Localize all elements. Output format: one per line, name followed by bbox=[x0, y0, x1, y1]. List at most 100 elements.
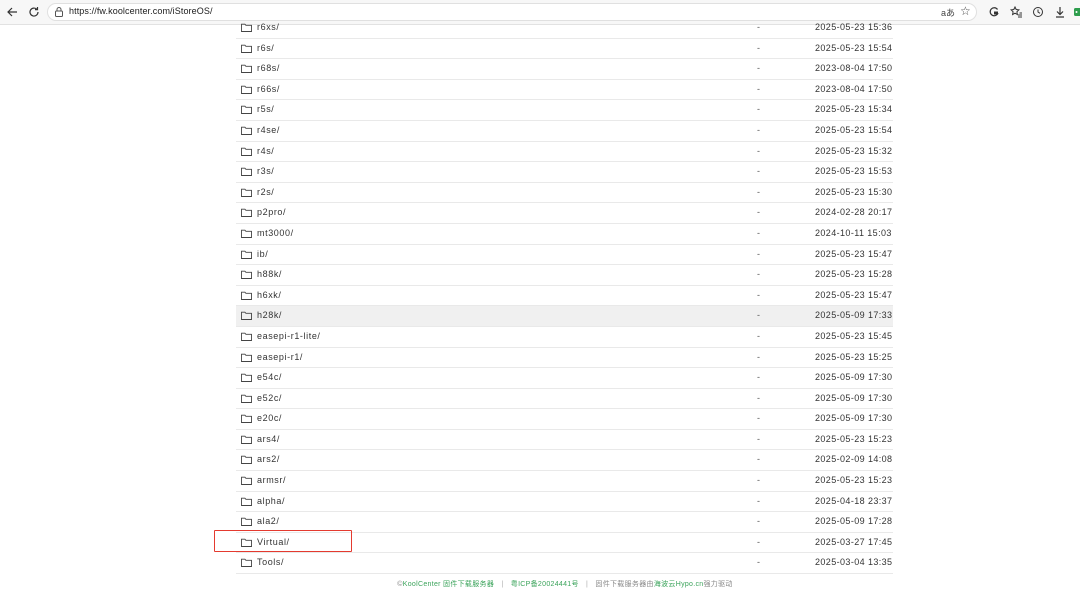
table-row[interactable]: h88k/ - 2025-05-23 15:28 bbox=[236, 265, 893, 286]
folder-name-link[interactable]: armsr/ bbox=[257, 475, 286, 485]
modified-date: 2025-05-09 17:33 bbox=[815, 310, 893, 321]
folder-name-link[interactable]: r68s/ bbox=[257, 63, 280, 73]
folder-name-link[interactable]: Tools/ bbox=[257, 557, 284, 567]
address-url[interactable]: https://fw.koolcenter.com/iStoreOS/ bbox=[69, 6, 213, 16]
folder-name-link[interactable]: Virtual/ bbox=[257, 537, 290, 547]
modified-date: 2025-05-23 15:30 bbox=[815, 186, 893, 197]
folder-name-link[interactable]: r6s/ bbox=[257, 43, 274, 53]
folder-name-link[interactable]: r6xs/ bbox=[257, 22, 280, 32]
folder-name-link[interactable]: r2s/ bbox=[257, 187, 274, 197]
downloads-icon[interactable] bbox=[1052, 4, 1068, 20]
folder-name-link[interactable]: e54c/ bbox=[257, 372, 282, 382]
table-row[interactable]: r6s/ - 2025-05-23 15:54 bbox=[236, 39, 893, 60]
table-row[interactable]: r6xs/ - 2025-05-23 15:36 bbox=[236, 18, 893, 39]
folder-icon bbox=[241, 394, 252, 403]
file-size: - bbox=[757, 433, 760, 444]
folder-icon bbox=[241, 64, 252, 74]
table-row[interactable]: easepi-r1-lite/ - 2025-05-23 15:45 bbox=[236, 327, 893, 348]
footer-hosting-prefix: 固件下载服务器由 bbox=[595, 581, 654, 588]
footer-host-link[interactable]: 海波云Hypo.cn bbox=[654, 581, 704, 588]
file-size: - bbox=[757, 392, 760, 403]
table-row[interactable]: ib/ - 2025-05-23 15:47 bbox=[236, 245, 893, 266]
folder-icon bbox=[241, 106, 252, 115]
folder-name-link[interactable]: ib/ bbox=[257, 249, 268, 259]
table-row[interactable]: r66s/ - 2023-08-04 17:50 bbox=[236, 80, 893, 101]
file-size: - bbox=[757, 289, 760, 300]
refresh-icon[interactable] bbox=[26, 4, 42, 20]
folder-name-link[interactable]: r5s/ bbox=[257, 104, 274, 114]
table-row[interactable]: Virtual/ - 2025-03-27 17:45 bbox=[236, 533, 893, 554]
folder-name-link[interactable]: e52c/ bbox=[257, 393, 282, 403]
folder-icon bbox=[241, 291, 252, 300]
folder-icon bbox=[241, 353, 252, 362]
file-size: - bbox=[757, 413, 760, 424]
favorites-icon[interactable] bbox=[1008, 4, 1024, 20]
folder-name-link[interactable]: ala2/ bbox=[257, 516, 280, 526]
table-row[interactable]: h28k/ - 2025-05-09 17:33 bbox=[236, 306, 893, 327]
table-row[interactable]: h6xk/ - 2025-05-23 15:47 bbox=[236, 286, 893, 307]
file-size: - bbox=[757, 516, 760, 527]
table-row[interactable]: p2pro/ - 2024-02-28 20:17 bbox=[236, 203, 893, 224]
folder-name-link[interactable]: e20c/ bbox=[257, 413, 282, 423]
modified-date: 2025-03-04 13:35 bbox=[815, 557, 893, 568]
folder-name-link[interactable]: ars2/ bbox=[257, 454, 280, 464]
folder-name-link[interactable]: r4s/ bbox=[257, 146, 274, 156]
table-row[interactable]: ars4/ - 2025-05-23 15:23 bbox=[236, 430, 893, 451]
table-row[interactable]: ars2/ - 2025-02-09 14:08 bbox=[236, 450, 893, 472]
table-row[interactable]: e52c/ - 2025-05-09 17:30 bbox=[236, 389, 893, 410]
table-row[interactable]: r2s/ - 2025-05-23 15:30 bbox=[236, 183, 893, 204]
folder-name-link[interactable]: mt3000/ bbox=[257, 228, 294, 238]
file-size: - bbox=[757, 186, 760, 197]
table-row[interactable]: easepi-r1/ - 2025-05-23 15:25 bbox=[236, 348, 893, 369]
modified-date: 2025-02-09 14:08 bbox=[815, 454, 893, 465]
modified-date: 2025-05-23 15:36 bbox=[815, 22, 893, 32]
folder-icon bbox=[241, 332, 252, 341]
extension-puzzle-icon[interactable] bbox=[1070, 4, 1080, 20]
table-row[interactable]: r4s/ - 2025-05-23 15:32 bbox=[236, 142, 893, 163]
folder-icon bbox=[241, 250, 252, 259]
folder-name-link[interactable]: h28k/ bbox=[257, 310, 282, 320]
back-arrow-icon[interactable] bbox=[4, 4, 20, 20]
table-row[interactable]: r4se/ - 2025-05-23 15:54 bbox=[236, 121, 893, 142]
table-row[interactable]: armsr/ - 2025-05-23 15:23 bbox=[236, 471, 893, 492]
footer-brand-link[interactable]: KoolCenter 固件下载服务器 bbox=[403, 581, 494, 588]
modified-date: 2025-05-09 17:30 bbox=[815, 392, 893, 403]
folder-icon bbox=[241, 188, 252, 197]
table-row[interactable]: r5s/ - 2025-05-23 15:34 bbox=[236, 100, 893, 121]
translate-icon[interactable]: aあ bbox=[941, 6, 955, 19]
modified-date: 2025-05-23 15:53 bbox=[815, 166, 893, 177]
extensions-icon[interactable] bbox=[986, 4, 1002, 20]
table-row[interactable]: r68s/ - 2023-08-04 17:50 bbox=[236, 59, 893, 80]
page-footer: ©KoolCenter 固件下载服务器 | 粤ICP备20024441号 | 固… bbox=[0, 579, 1080, 589]
folder-icon bbox=[241, 209, 252, 218]
table-row[interactable]: e54c/ - 2025-05-09 17:30 bbox=[236, 368, 893, 389]
folder-icon bbox=[241, 456, 252, 465]
modified-date: 2025-05-23 15:28 bbox=[815, 269, 893, 280]
folder-name-link[interactable]: r66s/ bbox=[257, 84, 280, 94]
history-icon[interactable] bbox=[1030, 4, 1046, 20]
table-row[interactable]: r3s/ - 2025-05-23 15:53 bbox=[236, 162, 893, 183]
folder-name-link[interactable]: r3s/ bbox=[257, 166, 274, 176]
table-row[interactable]: mt3000/ - 2024-10-11 15:03 bbox=[236, 224, 893, 245]
bookmark-star-icon[interactable]: ☆ bbox=[960, 4, 971, 18]
folder-name-link[interactable]: ars4/ bbox=[257, 434, 280, 444]
folder-name-link[interactable]: alpha/ bbox=[257, 496, 285, 506]
modified-date: 2025-05-23 15:54 bbox=[815, 42, 893, 53]
folder-name-link[interactable]: easepi-r1-lite/ bbox=[257, 331, 321, 341]
footer-separator: | bbox=[501, 581, 504, 588]
folder-name-link[interactable]: p2pro/ bbox=[257, 207, 286, 217]
modified-date: 2024-02-28 20:17 bbox=[815, 207, 893, 218]
file-size: - bbox=[757, 145, 760, 156]
folder-name-link[interactable]: easepi-r1/ bbox=[257, 352, 303, 362]
folder-name-link[interactable]: h88k/ bbox=[257, 269, 282, 279]
file-size: - bbox=[757, 557, 760, 568]
table-row[interactable]: e20c/ - 2025-05-09 17:30 bbox=[236, 409, 893, 430]
file-size: - bbox=[757, 475, 760, 486]
table-row[interactable]: Tools/ - 2025-03-04 13:35 bbox=[236, 553, 893, 575]
folder-name-link[interactable]: h6xk/ bbox=[257, 290, 282, 300]
table-row[interactable]: alpha/ - 2025-04-18 23:37 bbox=[236, 492, 893, 513]
table-row[interactable]: ala2/ - 2025-05-09 17:28 bbox=[236, 512, 893, 533]
file-size: - bbox=[757, 42, 760, 53]
footer-icp-link[interactable]: 粤ICP备20024441号 bbox=[511, 581, 579, 588]
folder-name-link[interactable]: r4se/ bbox=[257, 125, 280, 135]
